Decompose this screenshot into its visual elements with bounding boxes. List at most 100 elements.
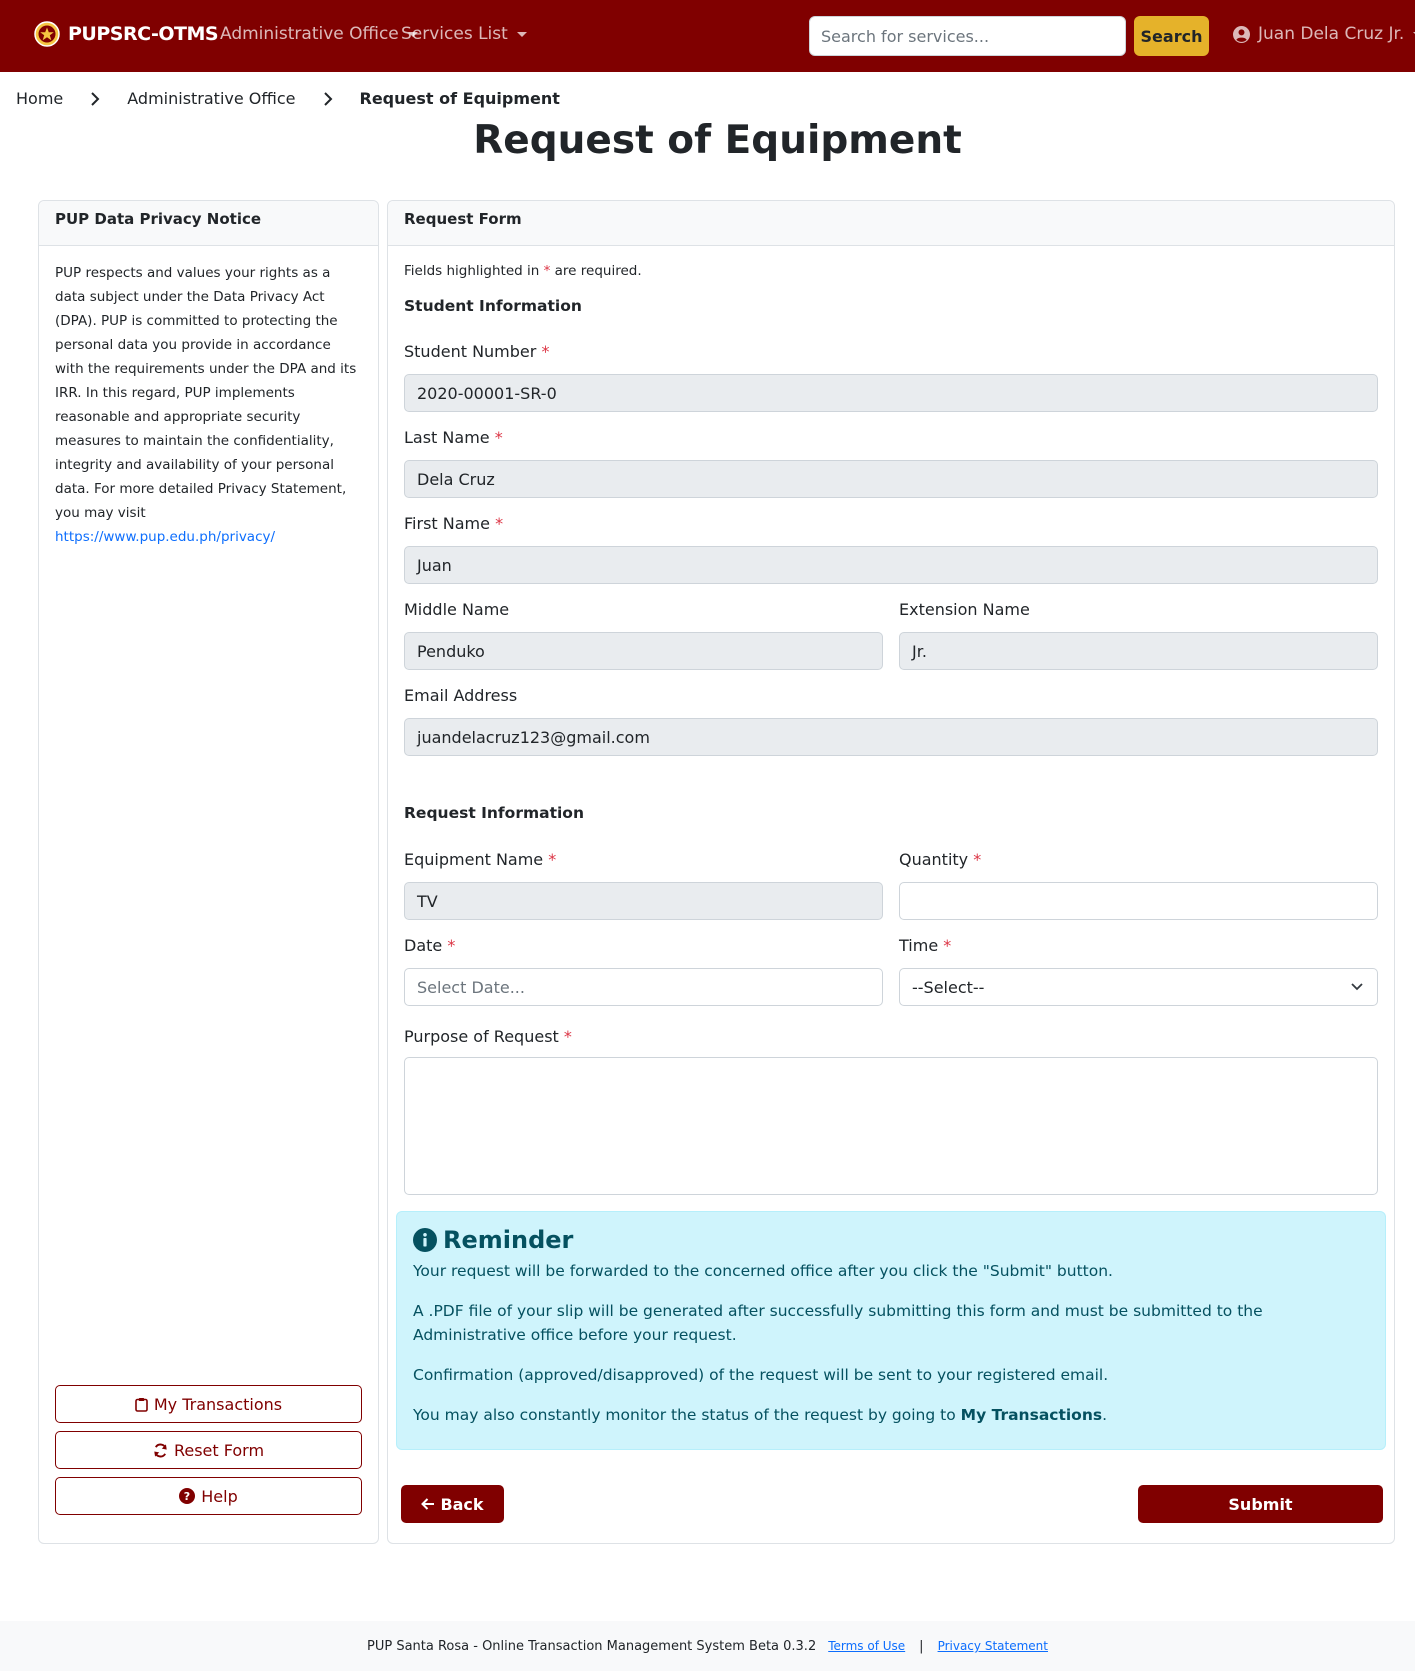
first-name-label-text: First Name — [404, 514, 490, 533]
breadcrumb-office[interactable]: Administrative Office — [127, 89, 295, 108]
reset-form-button[interactable]: Reset Form — [55, 1431, 362, 1469]
first-name-value: Juan — [417, 555, 452, 575]
breadcrumb-home[interactable]: Home — [16, 89, 63, 108]
reminder-text-4-prefix: You may also constantly monitor the stat… — [413, 1406, 956, 1424]
brand[interactable]: PUPSRC-OTMS — [34, 21, 219, 47]
last-name-field[interactable]: Dela Cruz — [404, 460, 1378, 498]
footer-separator: | — [919, 1638, 924, 1654]
time-label-text: Time — [899, 936, 939, 955]
required-star: * — [973, 850, 982, 869]
nav-administrative-office[interactable]: Administrative Office — [220, 24, 418, 44]
reminder-text-4: You may also constantly monitor the stat… — [413, 1403, 1369, 1427]
chevron-right-icon — [314, 91, 342, 107]
purpose-label-text: Purpose of Request — [404, 1027, 559, 1046]
svg-text:?: ? — [184, 1490, 190, 1503]
search-input[interactable] — [809, 16, 1126, 56]
last-name-value: Dela Cruz — [417, 469, 495, 489]
my-transactions-link[interactable]: My Transactions — [961, 1406, 1102, 1424]
required-star: * — [563, 1027, 572, 1046]
breadcrumb: Home Administrative Office Request of Eq… — [16, 89, 560, 108]
reminder-title-text: Reminder — [443, 1226, 574, 1254]
reminder-text-3: Confirmation (approved/disapproved) of t… — [413, 1366, 1109, 1384]
required-star: * — [543, 263, 551, 279]
purpose-label: Purpose of Request * — [404, 1027, 572, 1046]
top-navbar: PUPSRC-OTMS Administrative Office Servic… — [0, 0, 1415, 72]
privacy-notice-header: PUP Data Privacy Notice — [39, 201, 378, 246]
footer-text: PUP Santa Rosa - Online Transaction Mana… — [367, 1638, 817, 1654]
privacy-link[interactable]: https://www.pup.edu.ph/privacy/ — [55, 529, 275, 545]
privacy-statement-link[interactable]: Privacy Statement — [938, 1639, 1048, 1653]
email-field[interactable]: juandelacruz123@gmail.com — [404, 718, 1378, 756]
student-number-field[interactable]: 2020-00001-SR-0 — [404, 374, 1378, 412]
reminder-title: Reminder — [413, 1226, 1369, 1254]
nav-administrative-office-label: Administrative Office — [220, 24, 399, 44]
purpose-textarea[interactable] — [404, 1057, 1378, 1195]
question-circle-icon: ? — [179, 1488, 196, 1504]
required-note-suffix: are required. — [554, 263, 642, 279]
chevron-right-icon — [81, 91, 109, 107]
user-name: Juan Dela Cruz Jr. — [1258, 24, 1405, 44]
quantity-field[interactable] — [899, 882, 1378, 920]
student-number-label-text: Student Number — [404, 342, 537, 361]
required-star: * — [548, 850, 557, 869]
last-name-label-text: Last Name — [404, 428, 490, 447]
time-selected-value: --Select-- — [912, 977, 985, 997]
chevron-down-icon — [516, 31, 527, 37]
date-placeholder: Select Date... — [417, 977, 525, 997]
search-button[interactable]: Search — [1134, 16, 1209, 56]
breadcrumb-current: Request of Equipment — [359, 89, 560, 108]
submit-button[interactable]: Submit — [1138, 1485, 1383, 1523]
first-name-field[interactable]: Juan — [404, 546, 1378, 584]
brand-name: PUPSRC-OTMS — [68, 23, 219, 45]
student-number-value: 2020-00001-SR-0 — [417, 383, 557, 403]
reminder-alert: Reminder Your request will be forwarded … — [396, 1211, 1386, 1450]
required-star: * — [447, 936, 456, 955]
middle-name-field[interactable]: Penduko — [404, 632, 883, 670]
equipment-name-label: Equipment Name * — [404, 850, 556, 869]
extension-name-field[interactable]: Jr. — [899, 632, 1378, 670]
date-field[interactable]: Select Date... — [404, 968, 883, 1006]
required-star: * — [495, 514, 504, 533]
equipment-name-label-text: Equipment Name — [404, 850, 544, 869]
request-form-header: Request Form — [388, 201, 1394, 246]
terms-of-use-link[interactable]: Terms of Use — [828, 1639, 905, 1653]
back-button[interactable]: Back — [401, 1485, 504, 1523]
quantity-label: Quantity * — [899, 850, 981, 869]
clipboard-icon — [135, 1397, 148, 1412]
required-star: * — [541, 342, 550, 361]
email-label: Email Address — [404, 686, 518, 705]
nav-services-list[interactable]: Services List — [401, 24, 527, 44]
middle-name-label: Middle Name — [404, 600, 510, 619]
pup-logo-icon — [34, 21, 60, 47]
middle-name-value: Penduko — [417, 641, 485, 661]
privacy-notice-card: PUP Data Privacy Notice PUP respects and… — [38, 200, 379, 1544]
email-value: juandelacruz123@gmail.com — [417, 727, 650, 747]
reminder-text-2: A .PDF file of your slip will be generat… — [413, 1302, 1263, 1344]
chevron-down-icon — [1351, 983, 1363, 991]
user-circle-icon — [1233, 25, 1250, 43]
refresh-icon — [154, 1443, 167, 1457]
request-form-card: Request Form Fields highlighted in * are… — [387, 200, 1395, 1544]
request-information-title: Request Information — [404, 804, 584, 822]
first-name-label: First Name * — [404, 514, 503, 533]
reminder-text-1: Your request will be forwarded to the co… — [413, 1262, 1113, 1280]
back-label: Back — [440, 1494, 484, 1514]
extension-name-value: Jr. — [912, 641, 927, 661]
my-transactions-button[interactable]: My Transactions — [55, 1385, 362, 1423]
required-note: Fields highlighted in * are required. — [404, 263, 642, 279]
info-circle-icon — [413, 1228, 437, 1252]
equipment-name-field[interactable]: TV — [404, 882, 883, 920]
footer: PUP Santa Rosa - Online Transaction Mana… — [0, 1621, 1415, 1671]
quantity-label-text: Quantity — [899, 850, 969, 869]
time-select[interactable]: --Select-- — [899, 968, 1378, 1006]
reset-form-label: Reset Form — [173, 1440, 265, 1460]
page-title: Request of Equipment — [473, 118, 962, 163]
user-menu[interactable]: Juan Dela Cruz Jr. — [1233, 24, 1415, 44]
reminder-text-4-suffix: . — [1102, 1406, 1108, 1424]
nav-services-list-label: Services List — [401, 24, 508, 44]
privacy-notice-body: PUP respects and values your rights as a… — [55, 261, 360, 549]
required-note-prefix: Fields highlighted in — [404, 263, 540, 279]
last-name-label: Last Name * — [404, 428, 503, 447]
help-button[interactable]: ? Help — [55, 1477, 362, 1515]
required-star: * — [494, 428, 503, 447]
